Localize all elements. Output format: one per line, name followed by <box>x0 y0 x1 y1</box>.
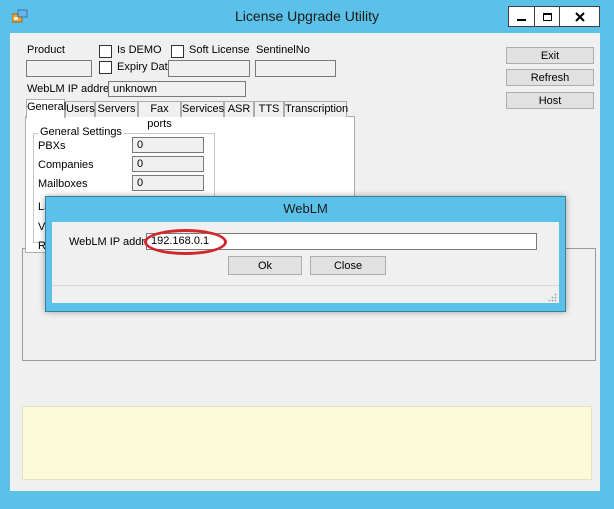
close-button[interactable] <box>560 6 600 27</box>
minimize-icon <box>517 18 526 21</box>
minimize-button[interactable] <box>508 6 535 27</box>
product-field[interactable] <box>26 60 92 77</box>
expiry-date-field[interactable] <box>168 60 250 77</box>
pbxs-label: PBXs <box>38 140 66 152</box>
window-frame-right <box>600 0 614 509</box>
weblm-ip-field[interactable]: unknown <box>108 81 246 97</box>
tab-services[interactable]: Services <box>181 101 224 117</box>
sentinel-field[interactable] <box>255 60 336 77</box>
product-label: Product <box>27 44 65 56</box>
is-demo-label: Is DEMO <box>117 44 162 56</box>
tab-asr[interactable]: ASR <box>224 101 254 117</box>
tab-general[interactable]: General <box>26 99 66 118</box>
tab-tts[interactable]: TTS <box>254 101 284 117</box>
maximize-button[interactable] <box>535 6 560 27</box>
tab-transcription[interactable]: Transcription <box>284 101 348 117</box>
companies-field[interactable]: 0 <box>132 156 204 172</box>
mailboxes-label: Mailboxes <box>38 178 88 190</box>
notes-area[interactable] <box>22 406 592 480</box>
window-frame-left <box>0 0 10 509</box>
pbxs-field[interactable]: 0 <box>132 137 204 153</box>
tab-fax-ports[interactable]: Fax ports <box>138 101 181 130</box>
weblm-ip-label: WebLM IP address <box>27 83 121 95</box>
is-demo-checkbox[interactable] <box>99 45 112 58</box>
tab-users[interactable]: Users <box>65 101 95 117</box>
weblm-dialog-title: WebLM <box>283 201 328 216</box>
window-frame-bottom <box>0 491 614 509</box>
weblm-dialog-status-bar <box>52 285 559 303</box>
refresh-button[interactable]: Refresh <box>506 69 594 86</box>
soft-license-checkbox[interactable] <box>171 45 184 58</box>
maximize-icon <box>542 12 552 21</box>
weblm-dialog-body <box>52 222 559 285</box>
ok-button[interactable]: Ok <box>228 256 302 275</box>
resize-grip-icon[interactable] <box>547 292 557 302</box>
sentinel-label: SentinelNo <box>256 44 310 56</box>
close-dialog-button[interactable]: Close <box>310 256 386 275</box>
soft-license-label: Soft License <box>189 44 250 56</box>
expiry-date-checkbox[interactable] <box>99 61 112 74</box>
general-settings-title: General Settings <box>38 126 124 138</box>
dialog-ip-input[interactable]: 192.168.0.1 <box>146 233 537 250</box>
expiry-date-label: Expiry Date <box>117 61 174 73</box>
tab-servers[interactable]: Servers <box>95 101 138 117</box>
companies-label: Companies <box>38 159 94 171</box>
close-icon <box>574 11 585 22</box>
exit-button[interactable]: Exit <box>506 47 594 64</box>
host-button[interactable]: Host <box>506 92 594 109</box>
mailboxes-field[interactable]: 0 <box>132 175 204 191</box>
